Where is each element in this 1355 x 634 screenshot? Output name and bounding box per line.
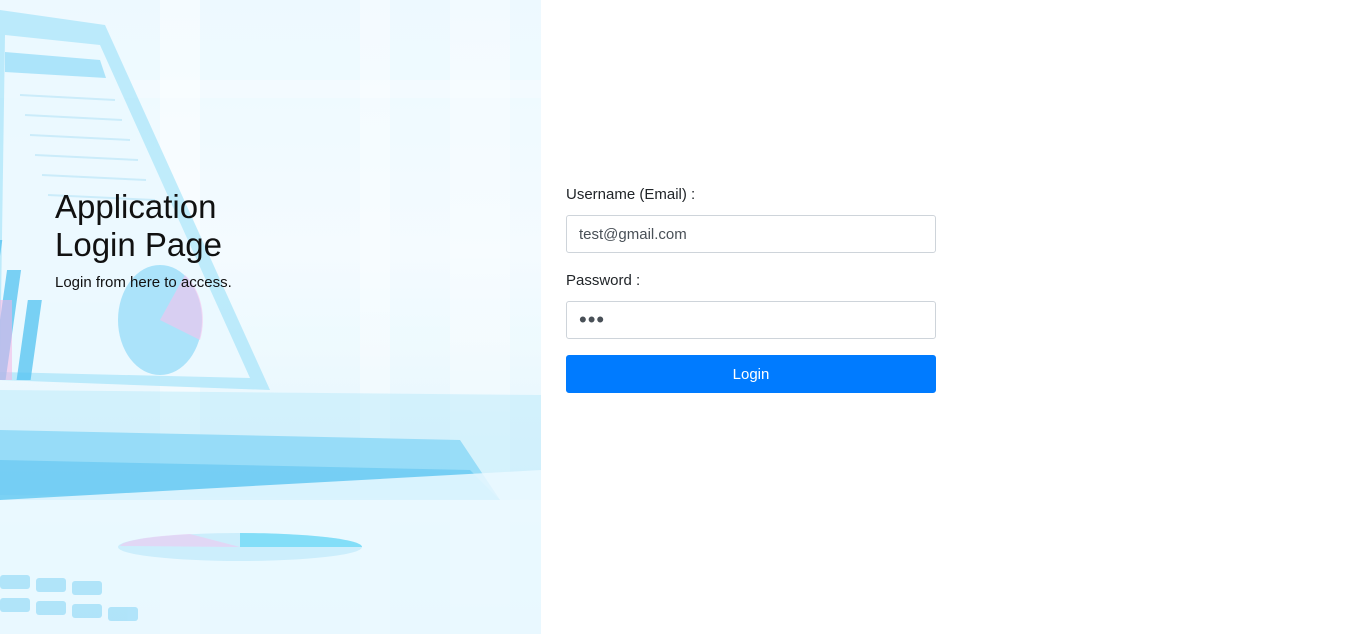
- hero-text-block: Application Login Page Login from here t…: [55, 188, 285, 292]
- page-subtitle: Login from here to access.: [55, 274, 232, 291]
- login-form: Username (Email) : Password : Login: [566, 186, 936, 393]
- login-button[interactable]: Login: [566, 355, 936, 393]
- password-label: Password :: [566, 272, 641, 289]
- hero-panel: Application Login Page Login from here t…: [0, 0, 541, 634]
- password-input[interactable]: [566, 301, 936, 339]
- login-page: Application Login Page Login from here t…: [0, 0, 1355, 634]
- hero-background-image: [0, 0, 541, 634]
- page-title: Application Login Page: [55, 188, 222, 263]
- username-input[interactable]: [566, 215, 936, 253]
- username-label: Username (Email) :: [566, 186, 696, 203]
